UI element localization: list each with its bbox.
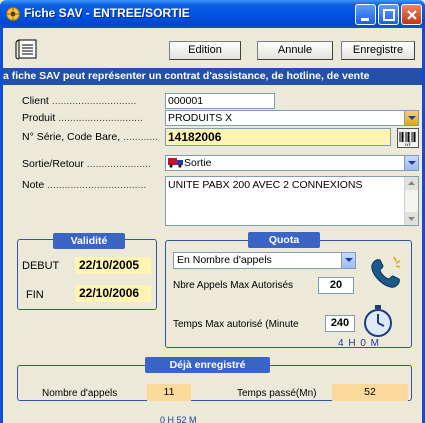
fin-field[interactable]: 22/10/2006 <box>75 285 151 302</box>
sortie-combo[interactable]: Sortie <box>165 155 419 171</box>
chevron-down-icon[interactable] <box>404 156 418 170</box>
toolbar: Edition Annule Enregistre <box>3 28 422 68</box>
minimize-button[interactable] <box>355 4 376 25</box>
footer-readout: 0 H 52 M <box>160 416 197 423</box>
quota-mode-value: En Nombre d'appels <box>177 254 272 266</box>
debut-label: DEBUT <box>22 260 60 272</box>
temps-readout: 4 H 0 M <box>338 338 381 349</box>
maximize-button[interactable] <box>378 4 399 25</box>
truck-icon <box>168 158 183 168</box>
window-title: Fiche SAV - ENTREE/SORTIE <box>24 6 190 20</box>
validite-title: Validité <box>53 233 125 249</box>
window-titlebar: Fiche SAV - ENTREE/SORTIE <box>0 0 425 28</box>
temps-max-field[interactable]: 240 <box>325 315 355 332</box>
scroll-up-button[interactable] <box>405 177 418 190</box>
temps-passe-value: 52 <box>332 384 408 401</box>
note-scrollbar[interactable] <box>404 177 418 225</box>
max-appels-label: Nbre Appels Max Autorisés <box>173 280 294 291</box>
note-value: UNITE PABX 200 AVEC 2 CONNEXIONS <box>168 179 363 191</box>
sortie-value: Sortie <box>184 157 212 169</box>
sortie-label: Sortie/Retour ...................... <box>22 158 151 170</box>
info-banner: a fiche SAV peut représenter un contrat … <box>3 68 422 85</box>
fin-label: FIN <box>26 289 44 301</box>
stopwatch-icon <box>364 305 392 337</box>
note-label: Note .................................. <box>22 179 147 191</box>
maximize-icon <box>383 9 395 21</box>
app-icon <box>6 7 20 21</box>
chevron-down-icon[interactable] <box>404 111 418 125</box>
chevron-down-icon <box>408 217 415 221</box>
telephone-icon <box>371 256 401 288</box>
produit-label: Produit ............................. <box>22 112 143 124</box>
edition-button[interactable]: Edition <box>169 41 241 60</box>
annule-button[interactable]: Annule <box>257 41 333 60</box>
client-label: Client ............................. <box>22 95 137 107</box>
close-icon <box>407 10 417 20</box>
max-appels-field[interactable]: 20 <box>318 277 354 294</box>
debut-field[interactable]: 22/10/2005 <box>75 257 151 274</box>
enregistre-button[interactable]: Enregistre <box>341 41 415 60</box>
produit-value: PRODUITS X <box>168 112 233 124</box>
annule-label: Annule <box>277 44 313 56</box>
temps-max-label: Temps Max autorisé (Minute <box>173 319 299 330</box>
close-button[interactable] <box>401 4 422 25</box>
minimize-icon <box>361 18 369 21</box>
chevron-down-icon[interactable] <box>341 253 355 268</box>
document-list-icon[interactable] <box>13 38 39 60</box>
scroll-down-button[interactable] <box>405 212 418 225</box>
nombre-appels-label: Nombre d'appels <box>42 388 118 399</box>
quota-title: Quota <box>248 232 320 248</box>
svg-text:ıxF: ıxF <box>405 142 411 147</box>
temps-passe-label: Temps passé(Mn) <box>237 388 317 399</box>
note-textarea[interactable]: UNITE PABX 200 AVEC 2 CONNEXIONS <box>165 176 419 226</box>
barcode-icon[interactable]: ıxF <box>397 128 419 148</box>
edition-label: Edition <box>188 44 222 56</box>
produit-combo[interactable]: PRODUITS X <box>165 110 419 126</box>
serie-field[interactable]: 14182006 <box>165 128 391 146</box>
client-field[interactable]: 000001 <box>165 93 275 109</box>
serie-label: N° Série, Code Bare, ............ <box>22 131 159 143</box>
deja-title: Déjà enregistré <box>145 357 270 373</box>
nombre-appels-value: 11 <box>147 384 191 401</box>
quota-mode-select[interactable]: En Nombre d'appels <box>173 252 356 269</box>
chevron-up-icon <box>408 181 415 185</box>
enregistre-label: Enregistre <box>352 44 404 56</box>
